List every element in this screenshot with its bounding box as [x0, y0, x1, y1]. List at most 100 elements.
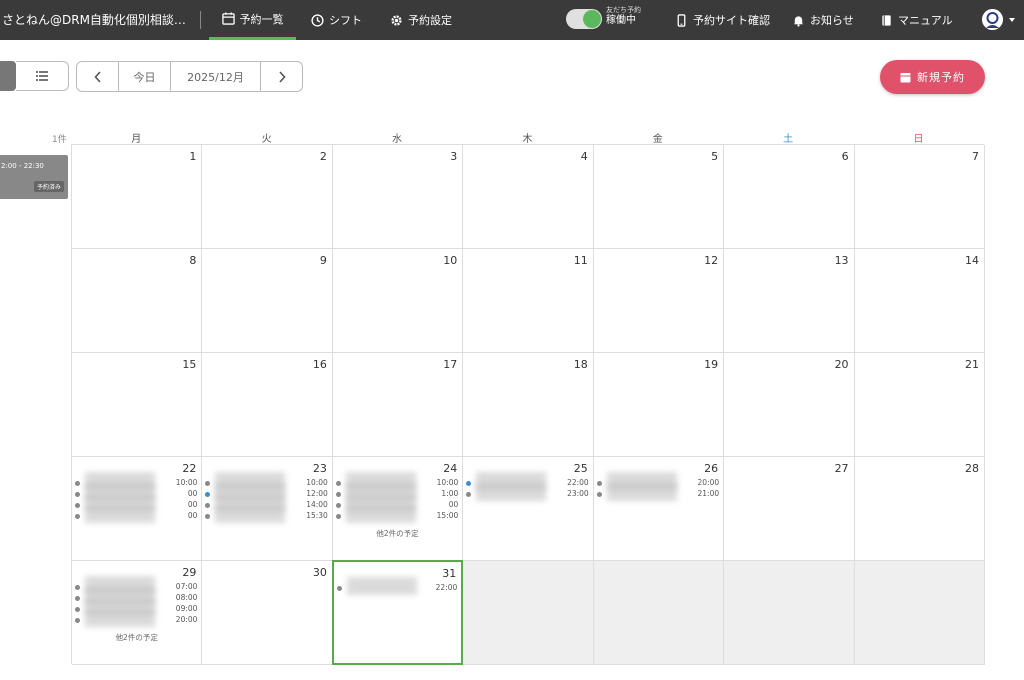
- event-dot-icon: [596, 492, 602, 497]
- event-dot-icon: [75, 618, 80, 623]
- calendar-day-cell[interactable]: 8: [72, 249, 203, 353]
- nav-divider: [200, 11, 201, 29]
- calendar-day-cell[interactable]: 26 20:00 21:00: [593, 457, 725, 561]
- event-time: 10:00: [436, 478, 459, 487]
- nav-notifications[interactable]: お知らせ: [792, 0, 854, 40]
- calendar-day-cell[interactable]: 28: [854, 457, 985, 561]
- nav-tab-label: シフト: [329, 14, 362, 27]
- event-time: 22:00: [567, 478, 589, 487]
- next-month-button[interactable]: [261, 62, 302, 91]
- calendar-day-cell[interactable]: 25 22:00 23:00: [463, 457, 594, 561]
- friend-booking-toggle[interactable]: [566, 9, 602, 29]
- event-dot-icon: [75, 596, 80, 601]
- new-reservation-button[interactable]: 新規予約: [880, 60, 985, 94]
- nav-tab-reservations[interactable]: 予約一覧: [209, 0, 296, 40]
- calendar-day-cell[interactable]: 20: [724, 353, 855, 457]
- calendar-day-cell[interactable]: 11: [463, 249, 594, 353]
- current-month-label[interactable]: 2025/12月: [171, 62, 261, 91]
- redacted-event-title: [606, 483, 677, 501]
- chevron-down-icon[interactable]: [1009, 18, 1015, 22]
- more-events-link[interactable]: 他2件の予定: [333, 528, 462, 539]
- calendar-day-cell[interactable]: 3: [332, 145, 464, 249]
- calendar-event[interactable]: 21:00: [596, 483, 720, 501]
- previous-month-button[interactable]: [77, 62, 119, 91]
- calendar-empty-cell: [854, 561, 985, 665]
- day-number: 2: [319, 150, 327, 163]
- calendar-day-cell[interactable]: 13: [724, 249, 855, 353]
- phone-icon: [677, 13, 686, 27]
- calendar-day-cell[interactable]: 7: [854, 145, 985, 249]
- day-number: 31: [442, 567, 457, 580]
- calendar-event[interactable]: 22:00: [336, 577, 457, 595]
- nav-manual[interactable]: マニュアル: [880, 0, 953, 40]
- event-time: 00: [187, 511, 198, 520]
- account-title[interactable]: さとねん@DRM自動化個別相談…: [2, 0, 190, 40]
- day-number: 13: [834, 254, 849, 267]
- event-dot-icon: [596, 481, 602, 486]
- redacted-event-title: [345, 505, 416, 523]
- calendar-day-cell[interactable]: 5: [593, 145, 725, 249]
- calendar-day-cell[interactable]: 4: [463, 145, 594, 249]
- gear-icon: [391, 14, 402, 26]
- calendar-day-cell[interactable]: 22 10:00 00 00 00: [72, 457, 203, 561]
- calendar-day-cell[interactable]: 16: [202, 353, 333, 457]
- calendar-event[interactable]: 15:30: [205, 505, 328, 523]
- nav-tab-shift[interactable]: シフト: [311, 0, 362, 40]
- event-dot-icon: [335, 503, 341, 508]
- reservation-card[interactable]: 2:00 - 22:30 予約済み: [0, 155, 68, 199]
- calendar-day-cell[interactable]: 23 10:00 12:00 14:00 15:30: [202, 457, 333, 561]
- list-view-button[interactable]: [16, 61, 69, 91]
- month-view-button[interactable]: [0, 61, 16, 91]
- user-avatar[interactable]: [982, 9, 1003, 30]
- weekday-header: 月火水木金土日: [71, 130, 984, 145]
- calendar-day-cell[interactable]: 17: [332, 353, 464, 457]
- calendar-day-cell[interactable]: 18: [463, 353, 594, 457]
- calendar-day-cell[interactable]: 12: [593, 249, 725, 353]
- calendar-event[interactable]: 00: [75, 505, 198, 523]
- day-number: 15: [182, 358, 197, 371]
- calendar-day-cell[interactable]: 6: [724, 145, 855, 249]
- today-button[interactable]: 今日: [119, 62, 171, 91]
- day-number: 24: [443, 462, 458, 475]
- day-number: 4: [580, 150, 588, 163]
- calendar-day-cell[interactable]: 9: [202, 249, 333, 353]
- event-dot-icon: [205, 503, 211, 508]
- toggle-status: 友だち予約 稼働中: [606, 6, 641, 25]
- calendar-event[interactable]: 15:00: [335, 505, 458, 523]
- event-time: 08:00: [175, 593, 198, 602]
- weekday-label: 日: [913, 134, 924, 145]
- nav-tab-settings[interactable]: 予約設定: [390, 0, 452, 40]
- calendar-event[interactable]: 23:00: [466, 483, 589, 501]
- calendar-day-cell[interactable]: 10: [332, 249, 464, 353]
- calendar-day-cell[interactable]: 21: [854, 353, 985, 457]
- weekday-label: 金: [652, 134, 663, 145]
- event-dot-icon: [466, 481, 472, 486]
- nav-tab-label: 予約一覧: [239, 12, 284, 26]
- event-dot-icon: [75, 607, 80, 612]
- day-number: 20: [834, 358, 849, 371]
- day-number: 12: [704, 254, 719, 267]
- calendar-day-cell[interactable]: 29 07:00 08:00 09:00 20:00 他2件の予定: [72, 561, 203, 665]
- redacted-event-title: [215, 505, 286, 523]
- calendar-event[interactable]: 20:00: [75, 609, 197, 627]
- calendar-day-cell[interactable]: 19: [593, 353, 725, 457]
- day-number: 14: [964, 254, 979, 267]
- nav-booking-site[interactable]: 予約サイト確認: [675, 0, 770, 40]
- event-dot-icon: [75, 492, 80, 497]
- calendar-day-cell[interactable]: 2: [202, 145, 333, 249]
- calendar-day-cell[interactable]: 31 22:00: [331, 560, 464, 665]
- calendar-day-cell[interactable]: 15: [72, 353, 203, 457]
- calendar-day-cell[interactable]: 24 10:00 1:00 00 15:00 他2件の予定: [332, 457, 464, 561]
- day-number: 11: [573, 254, 588, 267]
- calendar-day-cell[interactable]: 14: [854, 249, 985, 353]
- redacted-event-title: [85, 505, 155, 523]
- calendar-day-cell[interactable]: 30: [202, 561, 333, 665]
- event-time: 21:00: [697, 489, 720, 498]
- event-time: 12:00: [306, 489, 328, 498]
- day-number: 26: [704, 462, 719, 475]
- calendar-day-cell[interactable]: 1: [72, 145, 203, 249]
- more-events-link[interactable]: 他2件の予定: [72, 632, 201, 643]
- day-number: 8: [189, 254, 197, 267]
- event-dot-icon: [205, 492, 211, 497]
- calendar-day-cell[interactable]: 27: [724, 457, 855, 561]
